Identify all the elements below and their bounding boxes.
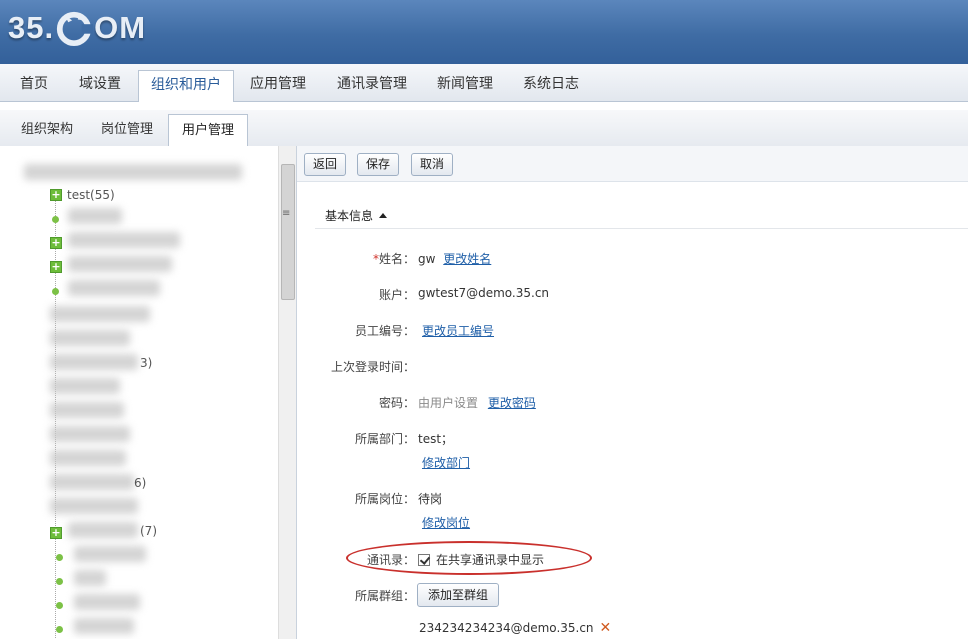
tree-leaf[interactable] bbox=[54, 598, 63, 612]
department-value: test； bbox=[418, 432, 454, 446]
tab-domain-settings[interactable]: 域设置 bbox=[67, 70, 133, 102]
group-member-email: 234234234234@demo.35.cn bbox=[419, 621, 594, 635]
position-label: 所属岗位： bbox=[354, 492, 415, 506]
scrollbar-thumb[interactable] bbox=[281, 164, 295, 300]
employee-no-value: 更改员工编号 bbox=[422, 322, 494, 339]
tree-leaf[interactable] bbox=[54, 550, 63, 564]
change-employee-no-link[interactable]: 更改员工编号 bbox=[422, 324, 494, 338]
leaf-dot-icon bbox=[52, 287, 59, 295]
org-tree-panel: + test(55) + + 3) 6) + (7) ≡ bbox=[0, 146, 297, 639]
tab-user-management[interactable]: 用户管理 bbox=[168, 114, 249, 147]
name-value: gw 更改姓名 bbox=[418, 252, 492, 266]
tree-node-test[interactable]: + test(55) bbox=[50, 188, 115, 202]
contacts-label: 通讯录： bbox=[366, 553, 415, 567]
position-value: 待岗 bbox=[418, 492, 443, 506]
tree-node[interactable]: + bbox=[50, 260, 62, 274]
position-link-row: 修改岗位 bbox=[422, 514, 470, 531]
show-in-shared-contacts-label[interactable]: 在共享通讯录中显示 bbox=[436, 553, 544, 567]
change-department-link[interactable]: 修改部门 bbox=[422, 456, 470, 470]
tab-system-log[interactable]: 系统日志 bbox=[511, 70, 591, 102]
leaf-dot-icon bbox=[52, 215, 59, 223]
app-header: 35. OM bbox=[0, 0, 968, 64]
logo-text-right: OM bbox=[94, 10, 147, 45]
show-in-shared-contacts-checkbox[interactable] bbox=[418, 554, 430, 566]
department-label: 所属部门： bbox=[354, 432, 415, 446]
logo-text-left: 35. bbox=[8, 10, 55, 45]
add-to-group-button[interactable]: 添加至群组 bbox=[417, 583, 500, 607]
tree-scrollbar[interactable]: ≡ bbox=[278, 146, 296, 639]
change-password-link[interactable]: 更改密码 bbox=[488, 396, 536, 410]
blurred-root-node bbox=[24, 164, 242, 180]
tree-leaf[interactable] bbox=[54, 622, 63, 636]
last-login-label: 上次登录时间： bbox=[330, 360, 415, 374]
tree-node-count: (7) bbox=[140, 524, 157, 538]
expand-icon[interactable]: + bbox=[50, 237, 62, 249]
dragon-logo-icon bbox=[57, 11, 94, 47]
department-link-row: 修改部门 bbox=[422, 454, 470, 471]
leaf-dot-icon bbox=[56, 553, 63, 561]
tree-leaf[interactable] bbox=[54, 574, 63, 588]
name-label: *姓名： bbox=[372, 252, 415, 266]
grip-icon: ≡ bbox=[282, 208, 291, 219]
collapse-caret-icon bbox=[379, 213, 388, 218]
group-member-row: 234234234234@demo.35.cn ✕ bbox=[419, 620, 611, 636]
contacts-value: 在共享通讯录中显示 bbox=[418, 551, 544, 568]
sub-nav: 组织架构 岗位管理 用户管理 bbox=[0, 102, 968, 147]
password-label: 密码： bbox=[378, 396, 415, 410]
form-toolbar: 返回 保存 取消 bbox=[297, 146, 968, 182]
expand-icon[interactable]: + bbox=[50, 189, 62, 201]
tab-news-management[interactable]: 新闻管理 bbox=[425, 70, 505, 102]
leaf-dot-icon bbox=[56, 601, 63, 609]
tree-node[interactable]: + bbox=[50, 526, 62, 540]
expand-icon[interactable]: + bbox=[50, 527, 62, 539]
tree-node-count: 3) bbox=[140, 356, 153, 370]
main-nav: 首页 域设置 组织和用户 应用管理 通讯录管理 新闻管理 系统日志 bbox=[0, 64, 968, 103]
tree-node-count: 6) bbox=[134, 476, 147, 490]
password-value: 由用户设置 更改密码 bbox=[418, 396, 536, 410]
tab-position-management[interactable]: 岗位管理 bbox=[88, 114, 166, 146]
back-button[interactable]: 返回 bbox=[304, 153, 347, 176]
change-name-link[interactable]: 更改姓名 bbox=[443, 252, 491, 266]
account-label: 账户： bbox=[378, 288, 415, 302]
tab-org-users[interactable]: 组织和用户 bbox=[138, 70, 234, 103]
account-value: gwtest7@demo.35.cn bbox=[418, 286, 550, 300]
tab-app-management[interactable]: 应用管理 bbox=[238, 70, 318, 102]
logo: 35. OM bbox=[8, 8, 146, 48]
tab-home[interactable]: 首页 bbox=[8, 70, 60, 102]
groups-label: 所属群组： bbox=[354, 589, 415, 603]
tab-org-structure[interactable]: 组织架构 bbox=[8, 114, 86, 146]
tree-node[interactable]: + bbox=[50, 236, 62, 250]
remove-x-icon[interactable]: ✕ bbox=[600, 620, 612, 636]
cancel-button[interactable]: 取消 bbox=[411, 153, 454, 176]
leaf-dot-icon bbox=[56, 577, 63, 585]
section-basic-info[interactable]: 基本信息 bbox=[325, 207, 388, 224]
employee-no-label: 员工编号： bbox=[354, 324, 415, 338]
expand-icon[interactable]: + bbox=[50, 261, 62, 273]
tree-leaf[interactable] bbox=[50, 284, 59, 298]
change-position-link[interactable]: 修改岗位 bbox=[422, 516, 470, 530]
save-button[interactable]: 保存 bbox=[357, 153, 400, 176]
tab-contacts-management[interactable]: 通讯录管理 bbox=[325, 70, 419, 102]
tree-leaf[interactable] bbox=[50, 212, 59, 226]
leaf-dot-icon bbox=[56, 625, 63, 633]
